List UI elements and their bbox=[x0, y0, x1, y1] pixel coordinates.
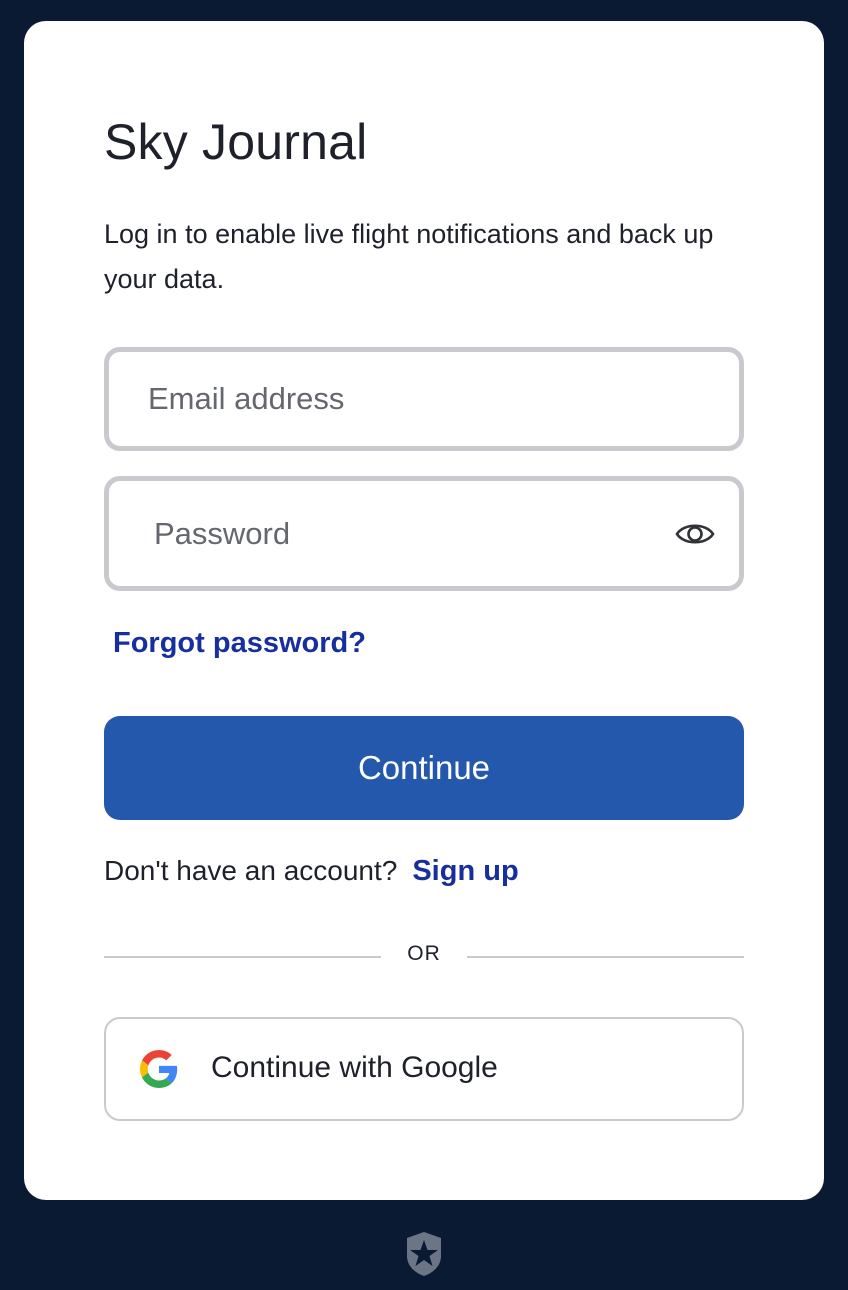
continue-with-google-button[interactable]: Continue with Google bbox=[104, 1017, 744, 1121]
signup-link[interactable]: Sign up bbox=[412, 855, 518, 888]
password-input[interactable] bbox=[109, 481, 739, 586]
divider-label: OR bbox=[407, 942, 441, 965]
email-input[interactable] bbox=[109, 352, 739, 446]
google-logo-icon bbox=[140, 1050, 178, 1088]
signup-row: Don't have an account? Sign up bbox=[104, 855, 519, 888]
app-title: Sky Journal bbox=[104, 114, 368, 170]
email-field-container bbox=[104, 347, 744, 451]
auth-shield-star-icon bbox=[404, 1230, 444, 1278]
continue-button[interactable]: Continue bbox=[104, 716, 744, 820]
signup-prompt: Don't have an account? bbox=[104, 855, 398, 886]
google-button-label: Continue with Google bbox=[211, 1051, 498, 1084]
password-field-container bbox=[104, 476, 744, 591]
divider-line-right bbox=[467, 956, 744, 958]
or-divider: OR bbox=[104, 942, 744, 972]
eye-icon[interactable] bbox=[675, 519, 715, 549]
forgot-password-link[interactable]: Forgot password? bbox=[113, 627, 366, 660]
login-card: Sky Journal Log in to enable live flight… bbox=[24, 21, 824, 1200]
login-subtitle: Log in to enable live flight notificatio… bbox=[104, 219, 714, 294]
